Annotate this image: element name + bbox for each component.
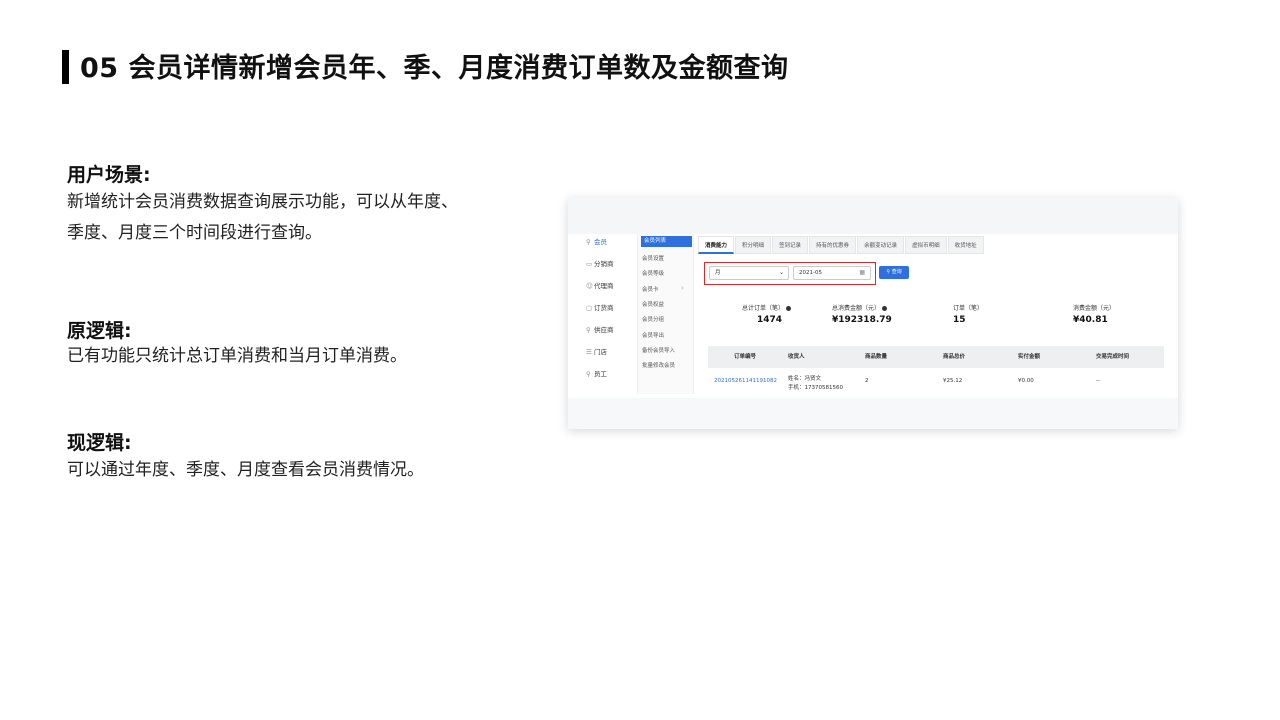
submenu-item-member-list[interactable]: 会员列表 [641,236,692,247]
tab-points[interactable]: 积分明细 [735,236,772,254]
stat-label-amount: 消费金额（元） [1073,305,1116,312]
submenu-item-batch-edit[interactable]: 批量修改会员 [642,361,675,369]
section-body-new-logic: 可以通过年度、季度、月度查看会员消费情况。 [67,460,424,480]
list-icon: ▭ [586,260,593,268]
stat-value-total-orders: 1474 [757,315,783,325]
stat-label-total-orders: 总计订单（笔） [742,303,792,312]
info-icon [882,306,888,311]
tab-coupons[interactable]: 持有的优惠券 [809,236,857,254]
sidebar-item-store[interactable]: ☰ 门店 [586,346,607,356]
box-icon: ▢ [586,304,593,312]
section-heading-new-logic: 现逻辑: [67,432,132,454]
staff-icon: ⚲ [586,370,591,378]
supplier-icon: ⚲ [586,326,591,334]
sidebar-item-supplier[interactable]: ⚲ 供应商 [586,324,614,334]
submenu-item-member-level[interactable]: 会员等级 [642,269,664,277]
submenu-item-member-export[interactable]: 会员导出 [642,331,664,339]
section-heading-scenario: 用户场景: [67,164,151,186]
submenu-item-backup-import[interactable]: 备份会员导入 [642,346,675,354]
sidebar-item-distributor[interactable]: ▭ 分销商 [586,258,614,268]
paid-amount-cell: ¥0.00 [1018,378,1034,384]
submenu-item-member-rights[interactable]: 会员权益 [642,300,664,308]
user-icon: ⚲ [586,238,591,246]
date-picker[interactable]: 2021-05 ▦ [793,266,871,280]
stat-value-total-amount: ¥192318.79 [832,315,892,325]
sidebar-item-buyer[interactable]: ▢ 订货商 [586,302,614,312]
tab-balance[interactable]: 余额变动记录 [857,236,905,254]
quantity-cell: 2 [865,378,869,384]
agent-icon: ☺ [586,282,593,290]
tab-virtual-coin[interactable]: 虚拟币明细 [905,236,947,254]
screenshot-top-band [568,198,1178,234]
sub-sidebar: 会员列表 会员设置 会员等级 会员卡 › 会员权益 会员分组 会员导出 备份会员… [637,234,694,394]
section-heading-old-logic: 原逻辑: [67,320,132,342]
total-price-cell: ¥25.12 [943,378,963,384]
sidebar-item-member[interactable]: ⚲ 会员 [586,236,607,246]
chevron-right-icon: › [681,284,684,292]
column-header-total: 商品总价 [943,354,966,360]
stat-value-amount: ¥40.81 [1073,315,1108,325]
column-header-qty: 商品数量 [865,354,888,360]
order-number-link[interactable]: 2021052611411910​82 [714,378,777,384]
screenshot-content: ⚲ 会员 ▭ 分销商 ☺代理商 ▢ 订货商 ⚲ 供应商 ☰ 门店 ⚲ 员工 会员列表 会员设… [584,234,1164,398]
sidebar-item-staff[interactable]: ⚲ 员工 [586,368,607,378]
column-header-receiver: 收货人 [788,354,805,360]
screenshot-bottom-band [568,398,1178,429]
sidebar-item-agent[interactable]: ☺代理商 [586,280,614,290]
column-header-paid: 实付金额 [1018,354,1041,360]
query-button[interactable]: ⚲ 查询 [879,266,909,279]
calendar-icon: ▦ [859,269,865,276]
complete-time-cell: -- [1096,378,1100,384]
tab-bar: 消费能力 积分明细 签到记录 持有的优惠券 余额变动记录 虚拟币明细 收货地址 [698,236,985,256]
ui-screenshot: ⚲ 会员 ▭ 分销商 ☺代理商 ▢ 订货商 ⚲ 供应商 ☰ 门店 ⚲ 员工 会员列表 会员设… [568,198,1178,429]
submenu-item-member-group[interactable]: 会员分组 [642,315,664,323]
detail-main: 消费能力 积分明细 签到记录 持有的优惠券 余额变动记录 虚拟币明细 收货地址 月 ⌄ 202… [698,234,1164,398]
tab-signin[interactable]: 签到记录 [772,236,809,254]
submenu-item-member-settings[interactable]: 会员设置 [642,254,664,262]
info-icon [786,306,792,311]
table-header: 订单编号 收货人 商品数量 商品总价 实付金额 交易完成时间 [708,346,1164,368]
period-select[interactable]: 月 ⌄ [709,266,789,280]
store-icon: ☰ [586,348,592,356]
section-body-old-logic: 已有功能只统计总订单消费和当月订单消费。 [67,346,407,366]
receiver-name: 姓名：冯贤文 [788,376,822,382]
stat-label-total-amount: 总消费金额（元） [832,303,888,312]
tab-address[interactable]: 收货地址 [947,236,984,254]
stat-value-orders: 15 [953,315,966,325]
main-sidebar: ⚲ 会员 ▭ 分销商 ☺代理商 ▢ 订货商 ⚲ 供应商 ☰ 门店 ⚲ 员工 [584,234,636,394]
chevron-down-icon: ⌄ [778,269,784,276]
stat-label-orders: 订单（笔） [953,305,984,312]
title-accent-bar [62,50,69,84]
submenu-item-member-card[interactable]: 会员卡 [642,285,659,293]
column-header-time: 交易完成时间 [1096,354,1130,360]
column-header-order-no: 订单编号 [734,354,757,360]
section-body-scenario: 新增统计会员消费数据查询展示功能，可以从年度、季度、月度三个时间段进行查询。 [67,192,458,243]
page-title: 05 会员详情新增会员年、季、月度消费订单数及金额查询 [80,53,789,84]
receiver-phone: 手机：17370581560 [788,385,843,391]
tab-consumption[interactable]: 消费能力 [698,236,735,254]
